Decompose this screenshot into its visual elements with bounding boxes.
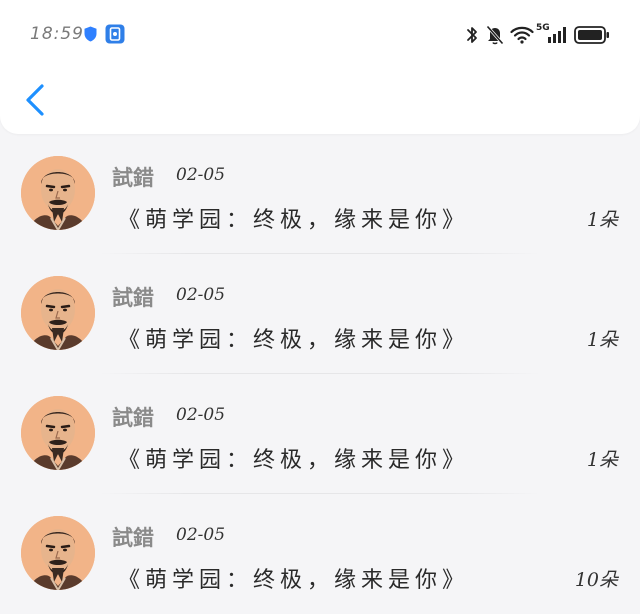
- app-icon: [105, 24, 125, 44]
- mute-bell-icon: [486, 25, 504, 45]
- work-title: 《萌学园：终极，缘来是你》: [118, 208, 470, 233]
- wifi-icon: [510, 26, 534, 44]
- flower-count: 1朵: [586, 449, 618, 471]
- user-name: 試錯: [112, 406, 154, 430]
- work-title: 《萌学园：终极，缘来是你》: [118, 568, 470, 593]
- back-button[interactable]: [18, 80, 52, 120]
- app-header: 18:59 5G: [0, 0, 640, 134]
- status-bar: 18:59 5G: [0, 16, 640, 56]
- record-date: 02-05: [176, 165, 226, 185]
- record-date: 02-05: [176, 285, 226, 305]
- gift-record-list: 試錯 02-05 《萌学园：终极，缘来是你》 1朵 試錯 02-05 《萌学园：终极，缘来…: [0, 134, 640, 614]
- bluetooth-icon: [467, 27, 477, 43]
- flower-count: 10朵: [574, 569, 618, 591]
- status-time: 18:59: [30, 24, 84, 44]
- list-item[interactable]: 試錯 02-05 《萌学园：终极，缘来是你》 1朵: [0, 254, 640, 374]
- list-item[interactable]: 試錯 02-05 《萌学园：终极，缘来是你》 1朵: [0, 134, 640, 254]
- work-title: 《萌学园：终极，缘来是你》: [118, 328, 470, 353]
- battery-icon: [574, 26, 609, 44]
- avatar[interactable]: [21, 276, 95, 350]
- flower-count: 1朵: [586, 329, 618, 351]
- work-title: 《萌学园：终极，缘来是你》: [118, 448, 470, 473]
- record-date: 02-05: [176, 405, 226, 425]
- user-name: 試錯: [112, 286, 154, 310]
- avatar[interactable]: [21, 516, 95, 590]
- list-item[interactable]: 試錯 02-05 《萌学园：终极，缘来是你》 10朵: [0, 494, 640, 614]
- chevron-left-icon: [26, 84, 44, 116]
- user-name: 試錯: [112, 166, 154, 190]
- list-item[interactable]: 試錯 02-05 《萌学园：终极，缘来是你》 1朵: [0, 374, 640, 494]
- user-name: 試錯: [112, 526, 154, 550]
- record-date: 02-05: [176, 525, 226, 545]
- avatar[interactable]: [21, 396, 95, 470]
- avatar[interactable]: [21, 156, 95, 230]
- shield-icon: [84, 26, 97, 42]
- signal-5g-icon: [548, 27, 566, 43]
- flower-count: 1朵: [586, 209, 618, 231]
